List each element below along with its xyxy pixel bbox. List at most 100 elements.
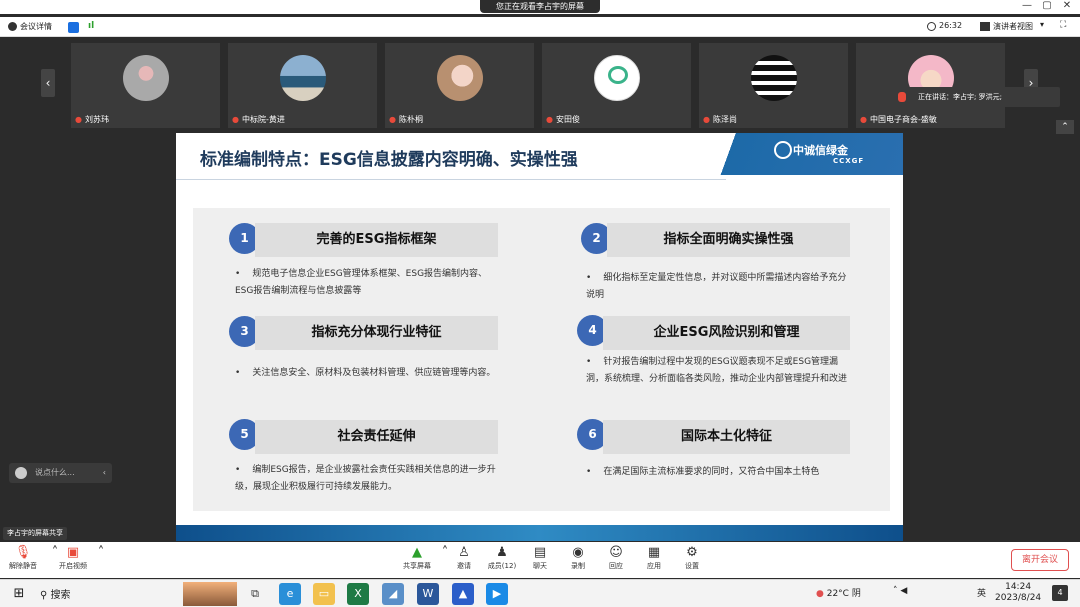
share-screen-label: 共享屏幕 bbox=[403, 562, 431, 570]
feature-description: 编制ESG报告，是企业披露社会责任实践相关信息的进一步升级，展现企业积极履行可持… bbox=[235, 465, 496, 492]
restore-button[interactable]: ▢ bbox=[1038, 0, 1056, 13]
bullet: • bbox=[586, 357, 592, 367]
app-icon[interactable]: ◢ bbox=[382, 583, 404, 605]
speaker-icon: ◀ bbox=[900, 586, 908, 596]
slide-footer-band bbox=[176, 525, 903, 541]
participant-tile[interactable]: ● 中国电子商会-盛敏 bbox=[856, 43, 1005, 128]
speaking-label: 正在讲话：李占宇; 罗洪元; bbox=[918, 93, 1002, 101]
reaction-button[interactable]: ☺ 回应 bbox=[599, 545, 633, 571]
close-button[interactable]: ✕ bbox=[1058, 0, 1076, 13]
invite-button[interactable]: ♙ 邀请 bbox=[447, 545, 481, 571]
bullet: • bbox=[235, 368, 241, 378]
participant-tile[interactable]: ● 陈朴桐 bbox=[385, 43, 534, 128]
windows-start-icon[interactable]: ⊞ bbox=[8, 583, 30, 605]
participant-name: 中国电子商会-盛敏 bbox=[869, 115, 937, 124]
meeting-details-link[interactable]: 会议详情 bbox=[20, 21, 52, 32]
divider bbox=[176, 179, 726, 180]
chevron-up-icon: ˄ bbox=[893, 586, 898, 596]
participant-tile[interactable]: ● 中标院-黄进 bbox=[228, 43, 377, 128]
participant-tile[interactable]: ● 安田俊 bbox=[542, 43, 691, 128]
feature-heading: 完善的ESG指标框架 bbox=[255, 223, 498, 257]
layout-icon bbox=[980, 22, 990, 31]
feature-heading: 社会责任延伸 bbox=[255, 420, 498, 454]
share-banner[interactable]: 您正在观看李占宇的屏幕 bbox=[480, 0, 600, 13]
logo-text-en: CCXGF bbox=[833, 157, 865, 165]
slide-title: 标准编制特点：ESG信息披露内容明确、实操性强 bbox=[200, 150, 578, 170]
edge-browser-icon[interactable]: e bbox=[279, 583, 301, 605]
video-label: 开启视频 bbox=[59, 562, 87, 570]
signal-strength-icon[interactable]: ıl bbox=[88, 21, 94, 31]
feature-description: 在满足国际主流标准要求的同时，又符合中国本土特色 bbox=[603, 467, 820, 477]
mic-muted-icon: ● bbox=[546, 115, 553, 124]
mic-muted-icon: ● bbox=[703, 115, 710, 124]
view-mode-dropdown[interactable]: 演讲者视图 bbox=[993, 21, 1033, 32]
invite-label: 邀请 bbox=[457, 562, 471, 570]
search-highlight-image bbox=[183, 582, 237, 606]
file-explorer-icon[interactable]: ▭ bbox=[313, 583, 335, 605]
mic-muted-icon: ● bbox=[75, 115, 82, 124]
logo-mark bbox=[608, 66, 628, 84]
feature-heading: 国际本土化特征 bbox=[603, 420, 850, 454]
apps-button[interactable]: ▦ 应用 bbox=[637, 545, 671, 571]
avatar bbox=[594, 55, 640, 101]
info-icon bbox=[8, 22, 17, 31]
mic-muted-icon: 🎙 bbox=[14, 545, 32, 560]
meeting-control-bar: 🎙 解除静音 ˄ ▣ 开启视频 ˄ ▲ 共享屏幕 ˄ ♙ 邀请 ♟ 成员(12) ▤ 聊天 … bbox=[0, 542, 1080, 578]
weather-widget[interactable]: ● 22°C 阴 bbox=[816, 586, 861, 599]
tray-icons[interactable]: ˄ ◀ bbox=[893, 586, 907, 596]
mic-icon bbox=[898, 92, 906, 102]
chevron-down-icon[interactable]: ▾ bbox=[1040, 20, 1044, 29]
clock-time: 14:24 bbox=[1005, 582, 1032, 592]
clock-date: 2023/8/24 bbox=[995, 593, 1042, 603]
feature-description: 规范电子信息企业ESG管理体系框架、ESG报告编制内容、ESG报告编制流程与信息… bbox=[235, 269, 488, 296]
task-view-icon[interactable]: ⧉ bbox=[244, 583, 266, 605]
features-panel: 1 完善的ESG指标框架 • 规范电子信息企业ESG管理体系框架、ESG报告编制内… bbox=[193, 208, 890, 511]
emoji-icon[interactable] bbox=[15, 467, 27, 479]
ime-indicator[interactable]: 英 bbox=[977, 586, 986, 599]
video-options-chevron[interactable]: ˄ bbox=[84, 545, 118, 561]
record-label: 录制 bbox=[571, 562, 585, 570]
meeting-app-icon[interactable]: ▲ bbox=[452, 583, 474, 605]
company-logo-icon bbox=[774, 141, 792, 159]
gallery-prev-arrow[interactable]: ‹ bbox=[41, 69, 55, 97]
feature-description: 针对报告编制过程中发现的ESG议题表现不足或ESG管理漏洞，系统梳理、分析面临各… bbox=[586, 357, 848, 384]
clock-icon bbox=[927, 22, 936, 31]
feature-description: 细化指标至定量定性信息，并对议题中所需描述内容给予充分说明 bbox=[586, 273, 847, 300]
chevron-left-icon[interactable]: ‹ bbox=[103, 463, 106, 483]
participant-tile[interactable]: ● 陈泽尚 bbox=[699, 43, 848, 128]
bullet: • bbox=[586, 273, 592, 283]
mute-label: 解除静音 bbox=[9, 562, 37, 570]
word-icon[interactable]: W bbox=[417, 583, 439, 605]
invite-icon: ♙ bbox=[458, 545, 470, 560]
speaking-indicator: 正在讲话：李占宇; 罗洪元; bbox=[888, 87, 1060, 107]
chat-input[interactable]: 说点什么... ‹ bbox=[9, 463, 112, 483]
leave-meeting-button[interactable]: 离开会议 bbox=[1011, 549, 1069, 571]
notification-count[interactable]: 4 bbox=[1052, 585, 1068, 601]
mute-button[interactable]: 🎙 解除静音 bbox=[6, 545, 40, 571]
chat-placeholder: 说点什么... bbox=[35, 468, 75, 477]
search-icon: ⚲ bbox=[40, 590, 48, 601]
participant-name: 安田俊 bbox=[555, 115, 580, 124]
screen-share-label: 李占宇的屏幕共享 bbox=[3, 527, 67, 540]
security-shield-icon[interactable] bbox=[68, 22, 79, 33]
participant-name: 陈朴桐 bbox=[398, 115, 423, 124]
members-button[interactable]: ♟ 成员(12) bbox=[485, 545, 519, 571]
mic-muted-icon: ● bbox=[232, 115, 239, 124]
record-icon: ◉ bbox=[572, 545, 584, 560]
fullscreen-icon[interactable]: ⛶ bbox=[1060, 20, 1066, 30]
settings-label: 设置 bbox=[685, 562, 699, 570]
chat-button[interactable]: ▤ 聊天 bbox=[523, 545, 557, 571]
excel-icon[interactable]: X bbox=[347, 583, 369, 605]
record-button[interactable]: ◉ 录制 bbox=[561, 545, 595, 571]
participant-tile[interactable]: ● 刘苏玮 bbox=[71, 43, 220, 128]
avatar bbox=[123, 55, 169, 101]
meeting-client-icon[interactable]: ▶ bbox=[486, 583, 508, 605]
bullet: • bbox=[235, 465, 241, 475]
clock[interactable]: 14:24 2023/8/24 bbox=[995, 582, 1041, 604]
minimize-button[interactable]: — bbox=[1018, 0, 1036, 13]
settings-button[interactable]: ⚙ 设置 bbox=[675, 545, 709, 571]
participant-name: 陈泽尚 bbox=[712, 115, 737, 124]
feature-description: 关注信息安全、原材料及包装材料管理、供应链管理等内容。 bbox=[252, 368, 496, 378]
taskbar-search[interactable]: ⚲ 搜索 bbox=[40, 586, 71, 601]
collapse-gallery-button[interactable]: ⌃ bbox=[1056, 120, 1074, 134]
